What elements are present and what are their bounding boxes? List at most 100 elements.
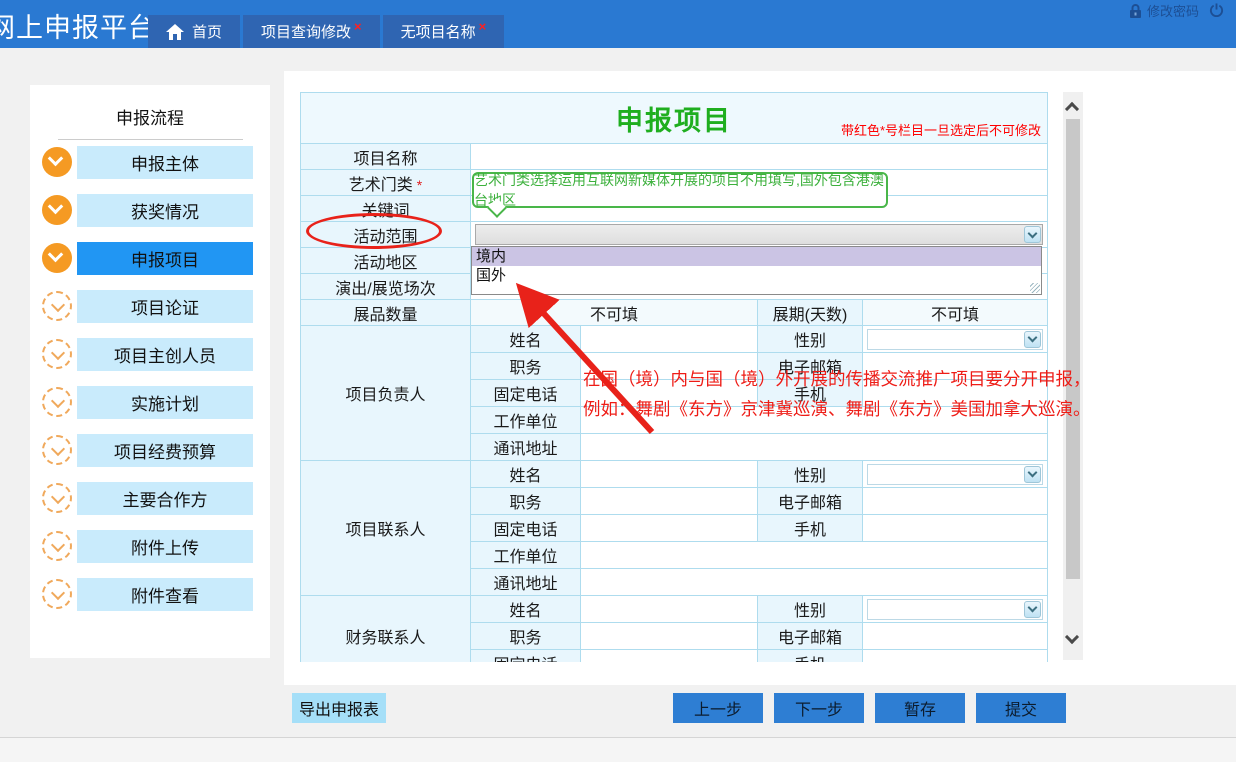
chevron-down-icon <box>1028 333 1038 343</box>
sidebar-divider <box>58 139 243 140</box>
contact-gender-select[interactable] <box>867 464 1043 485</box>
save-draft-button[interactable]: 暂存 <box>875 693 965 723</box>
required-asterisk: * <box>417 177 422 193</box>
scroll-down-icon[interactable] <box>1065 630 1079 644</box>
resize-handle-icon[interactable] <box>1030 283 1040 293</box>
tab-bar: 首页 项目查询修改 × 无项目名称 × <box>148 15 504 48</box>
dropdown-arrow-button[interactable] <box>1024 601 1041 618</box>
activity-scope-select[interactable] <box>475 224 1043 245</box>
top-header-bar: 网上申报平台 首页 项目查询修改 × 无项目名称 × 修 <box>0 0 1236 48</box>
label-gender: 性别 <box>758 326 863 353</box>
input-contact-address[interactable] <box>581 569 1048 596</box>
label-duty: 职务 <box>471 623 581 650</box>
dropdown-arrow-button[interactable] <box>1024 466 1041 483</box>
label-email: 电子邮箱 <box>758 623 863 650</box>
step-pending-icon <box>42 339 72 369</box>
label-project-name: 项目名称 <box>301 144 471 170</box>
input-finance-email[interactable] <box>863 623 1048 650</box>
tab-close-icon[interactable]: × <box>479 19 487 34</box>
label-duty: 职务 <box>471 488 581 515</box>
sidebar-item-attachment-upload: 附件上传 <box>30 530 270 563</box>
sidebar-item-attachment-view: 附件查看 <box>30 578 270 611</box>
tab-project-query[interactable]: 项目查询修改 × <box>243 15 380 48</box>
dropdown-option-domestic[interactable]: 境内 <box>472 247 1041 266</box>
contact-gender-cell <box>863 461 1048 488</box>
annotation-line2: 例如：舞剧《东方》京津冀巡演、舞剧《东方》美国加拿大巡演。 <box>583 394 1091 424</box>
input-contact-workunit[interactable] <box>581 542 1048 569</box>
change-password-label: 修改密码 <box>1147 1 1199 20</box>
scrollbar-thumb[interactable] <box>1066 119 1080 579</box>
chevron-down-icon <box>51 394 65 408</box>
sidebar-item-awards: 获奖情况 <box>30 194 270 227</box>
chevron-down-icon <box>51 538 65 552</box>
sidebar-button-awards[interactable]: 获奖情况 <box>77 194 253 227</box>
label-exhibit-count: 展品数量 <box>301 300 471 326</box>
app-title: 网上申报平台 <box>0 6 156 45</box>
input-finance-tel[interactable] <box>581 650 758 663</box>
input-finance-duty[interactable] <box>581 623 758 650</box>
application-window: 网上申报平台 首页 项目查询修改 × 无项目名称 × 修 <box>0 0 1236 762</box>
next-step-button[interactable]: 下一步 <box>774 693 864 723</box>
input-contact-duty[interactable] <box>581 488 758 515</box>
sidebar-item-declare-subject: 申报主体 <box>30 146 270 179</box>
sidebar-button-main-creators[interactable]: 项目主创人员 <box>77 338 253 371</box>
tab-unnamed-project[interactable]: 无项目名称 × <box>383 15 505 48</box>
form-title: 申报项目 <box>616 106 732 136</box>
change-password-button[interactable]: 修改密码 <box>1129 1 1199 20</box>
workflow-sidebar: 申报流程 申报主体 获奖情况 申报项目 项目论证 项目主创人员 实施计划 项 <box>30 85 270 658</box>
label-show-sessions: 演出/展览场次 <box>301 274 471 300</box>
chevron-down-icon <box>51 586 65 600</box>
step-pending-icon <box>42 483 72 513</box>
label-gender: 性别 <box>758 596 863 623</box>
previous-step-button[interactable]: 上一步 <box>673 693 763 723</box>
chevron-down-icon <box>51 298 65 312</box>
tab-unnamed-project-label: 无项目名称 <box>401 21 476 42</box>
leader-gender-cell <box>863 326 1048 353</box>
sidebar-button-budget[interactable]: 项目经费预算 <box>77 434 253 467</box>
finance-gender-select[interactable] <box>867 599 1043 620</box>
sidebar-button-attachment-view[interactable]: 附件查看 <box>77 578 253 611</box>
input-contact-mobile[interactable] <box>863 515 1048 542</box>
sidebar-item-project-argument: 项目论证 <box>30 290 270 323</box>
label-exhibit-days: 展期(天数) <box>758 300 863 326</box>
sidebar-button-declare-subject[interactable]: 申报主体 <box>77 146 253 179</box>
step-pending-icon <box>42 387 72 417</box>
input-finance-name[interactable] <box>581 596 758 623</box>
chevron-down-icon <box>51 346 65 360</box>
leader-gender-select[interactable] <box>867 329 1043 350</box>
label-mobile: 手机 <box>758 650 863 663</box>
sidebar-button-attachment-upload[interactable]: 附件上传 <box>77 530 253 563</box>
input-finance-mobile[interactable] <box>863 650 1048 663</box>
chevron-down-icon <box>48 247 64 263</box>
step-done-icon <box>42 195 72 225</box>
submit-button[interactable]: 提交 <box>976 693 1066 723</box>
sidebar-button-main-partners[interactable]: 主要合作方 <box>77 482 253 515</box>
finance-gender-cell <box>863 596 1048 623</box>
lock-icon <box>1129 4 1142 18</box>
sidebar-button-declare-project[interactable]: 申报项目 <box>77 242 253 275</box>
sidebar-button-project-argument[interactable]: 项目论证 <box>77 290 253 323</box>
step-pending-icon <box>42 291 72 321</box>
activity-scope-cell <box>471 222 1048 248</box>
input-contact-name[interactable] <box>581 461 758 488</box>
chevron-down-icon <box>48 151 64 167</box>
label-address: 通讯地址 <box>471 569 581 596</box>
input-contact-tel[interactable] <box>581 515 758 542</box>
tab-home[interactable]: 首页 <box>148 15 240 48</box>
scroll-up-icon[interactable] <box>1065 102 1079 116</box>
dropdown-arrow-button[interactable] <box>1024 226 1041 243</box>
chevron-down-icon <box>1028 468 1038 478</box>
tab-close-icon[interactable]: × <box>354 19 362 34</box>
dropdown-arrow-button[interactable] <box>1024 331 1041 348</box>
label-email: 电子邮箱 <box>758 488 863 515</box>
input-contact-email[interactable] <box>863 488 1048 515</box>
form-navigation-buttons: 上一步 下一步 暂存 提交 <box>673 693 1066 723</box>
input-project-name[interactable] <box>471 144 1048 170</box>
logout-power-icon[interactable] <box>1209 3 1224 18</box>
chevron-down-icon <box>51 442 65 456</box>
section-finance-contact: 财务联系人 <box>301 596 471 663</box>
chevron-down-icon <box>1028 228 1038 238</box>
sidebar-button-implementation-plan[interactable]: 实施计划 <box>77 386 253 419</box>
step-pending-icon <box>42 579 72 609</box>
export-form-button[interactable]: 导出申报表 <box>292 693 386 723</box>
